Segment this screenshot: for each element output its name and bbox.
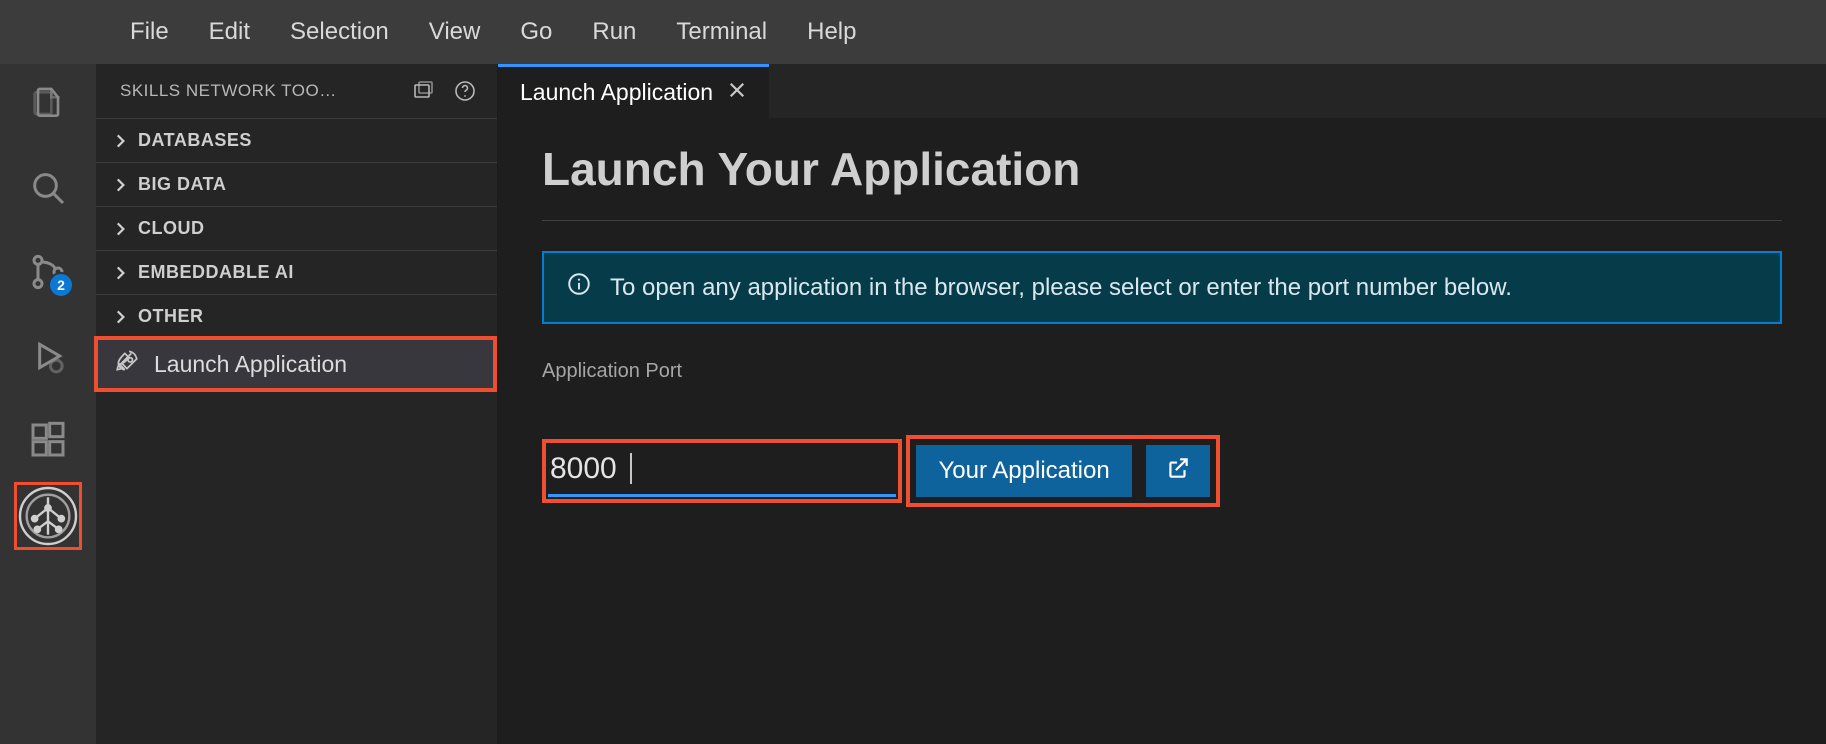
activity-bar: 2 xyxy=(0,64,96,744)
divider xyxy=(542,220,1782,221)
chevron-right-icon xyxy=(110,219,130,239)
search-icon[interactable] xyxy=(26,166,70,210)
scm-badge: 2 xyxy=(48,272,74,298)
your-application-button[interactable]: Your Application xyxy=(916,445,1131,497)
chevron-right-icon xyxy=(110,307,130,327)
skills-network-icon[interactable] xyxy=(16,484,80,548)
menu-bar: File Edit Selection View Go Run Terminal… xyxy=(0,0,1826,64)
new-window-icon[interactable] xyxy=(409,77,437,105)
tab-launch-application[interactable]: Launch Application xyxy=(498,64,769,118)
port-label: Application Port xyxy=(542,360,1782,383)
tab-label: Launch Application xyxy=(520,79,713,106)
menu-view[interactable]: View xyxy=(409,18,501,46)
section-cloud[interactable]: CLOUD xyxy=(96,206,497,250)
sidebar: SKILLS NETWORK TOO… DATABASES BIG DATA C… xyxy=(96,64,498,744)
page-title: Launch Your Application xyxy=(542,142,1782,196)
sidebar-item-launch-application[interactable]: Launch Application xyxy=(96,338,497,390)
info-icon xyxy=(566,271,592,304)
section-databases[interactable]: DATABASES xyxy=(96,118,497,162)
menu-file[interactable]: File xyxy=(110,18,189,46)
chevron-right-icon xyxy=(110,131,130,151)
section-label: DATABASES xyxy=(138,130,252,151)
section-label: CLOUD xyxy=(138,218,205,239)
menu-selection[interactable]: Selection xyxy=(270,18,409,46)
menu-run[interactable]: Run xyxy=(572,18,656,46)
editor-tabs: Launch Application xyxy=(498,64,1826,118)
editor-group: Launch Application Launch Your Applicati… xyxy=(498,64,1826,744)
extensions-icon[interactable] xyxy=(26,418,70,462)
section-label: OTHER xyxy=(138,306,204,327)
text-caret xyxy=(630,453,632,484)
help-icon[interactable] xyxy=(451,77,479,105)
menu-go[interactable]: Go xyxy=(500,18,572,46)
menu-terminal[interactable]: Terminal xyxy=(656,18,787,46)
external-link-icon xyxy=(1165,455,1191,488)
menu-edit[interactable]: Edit xyxy=(189,18,270,46)
launch-application-panel: Launch Your Application To open any appl… xyxy=(498,118,1826,744)
application-port-field[interactable] xyxy=(548,445,896,497)
menu-help[interactable]: Help xyxy=(787,18,876,46)
source-control-icon[interactable]: 2 xyxy=(26,250,70,294)
close-icon[interactable] xyxy=(727,79,747,106)
application-port-input[interactable] xyxy=(548,452,938,486)
section-other[interactable]: OTHER xyxy=(96,294,497,338)
info-banner-text: To open any application in the browser, … xyxy=(610,274,1512,302)
open-external-button[interactable] xyxy=(1146,445,1210,497)
section-embeddable-ai[interactable]: EMBEDDABLE AI xyxy=(96,250,497,294)
sidebar-title: SKILLS NETWORK TOO… xyxy=(120,81,395,101)
run-debug-icon[interactable] xyxy=(26,334,70,378)
sidebar-header: SKILLS NETWORK TOO… xyxy=(96,64,497,118)
explorer-icon[interactable] xyxy=(26,82,70,126)
section-label: BIG DATA xyxy=(138,174,226,195)
info-banner: To open any application in the browser, … xyxy=(542,251,1782,324)
section-bigdata[interactable]: BIG DATA xyxy=(96,162,497,206)
chevron-right-icon xyxy=(110,263,130,283)
tree-leaf-label: Launch Application xyxy=(154,351,347,378)
chevron-right-icon xyxy=(110,175,130,195)
section-label: EMBEDDABLE AI xyxy=(138,262,294,283)
rocket-icon xyxy=(114,348,140,380)
